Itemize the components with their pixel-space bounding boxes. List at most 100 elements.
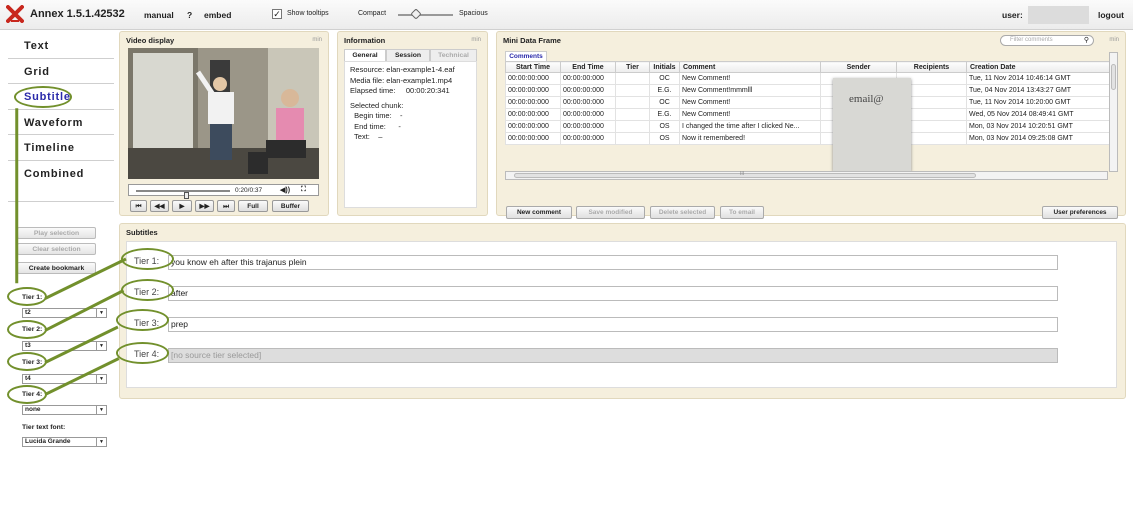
tab-technical[interactable]: Technical: [430, 49, 477, 61]
nav-waveform[interactable]: Waveform: [8, 110, 114, 135]
table-row[interactable]: 00:00:00:000 00:00:00:000 OS I changed the …: [505, 120, 1113, 133]
elapsed-time-label: Elapsed time:: [350, 86, 396, 95]
clear-selection-button[interactable]: Clear selection: [17, 243, 96, 255]
table-row[interactable]: 00:00:00:000 00:00:00:000 E.G. New Comment!…: [505, 108, 1113, 121]
table-row[interactable]: 00:00:00:000 00:00:00:000 E.G. New Comment!…: [505, 84, 1113, 97]
help-link[interactable]: ?: [187, 10, 192, 20]
delete-selected-button[interactable]: Delete selected: [650, 206, 715, 219]
tier3-select-label: Tier 3:: [22, 359, 43, 366]
buffer-button[interactable]: Buffer: [272, 200, 309, 212]
table-cell: I changed the time after I clicked Ne...: [679, 120, 821, 133]
play-selection-button[interactable]: Play selection: [17, 227, 96, 239]
new-comment-button[interactable]: New comment: [506, 206, 572, 219]
comments-table: Start Time End Time Tier Initials Commen…: [505, 61, 1113, 145]
filter-comments-input[interactable]: Filter comments ⚲: [1000, 35, 1094, 46]
tier-font-select[interactable]: Lucida Grande ▼: [22, 437, 107, 447]
nav-combined[interactable]: Combined: [8, 161, 114, 202]
tier-font-label: Tier text font:: [22, 424, 66, 431]
fullscreen-icon[interactable]: ⛶: [301, 186, 306, 194]
nav-subtitle[interactable]: Subtitle: [8, 84, 114, 110]
user-label: user:: [1002, 10, 1023, 20]
information-min-button[interactable]: min: [471, 37, 481, 43]
column-header[interactable]: Creation Date: [966, 61, 1113, 73]
density-slider[interactable]: [398, 8, 453, 20]
vertical-scroll-thumb[interactable]: [1111, 64, 1116, 90]
skip-start-button[interactable]: ⏮: [130, 200, 147, 212]
fast-forward-button[interactable]: ▶▶: [195, 200, 214, 212]
subtitles-body: Tier 1: you know eh after this trajanus …: [126, 241, 1117, 388]
to-email-button[interactable]: To email: [720, 206, 764, 219]
video-time: 0:20/0:37: [235, 187, 263, 194]
table-row[interactable]: 00:00:00:000 00:00:00:000 OC New Comment! Tu…: [505, 72, 1113, 85]
user-preferences-button[interactable]: User preferences: [1042, 206, 1118, 219]
horizontal-scroll-thumb[interactable]: [514, 173, 976, 178]
video-frame[interactable]: [128, 48, 319, 179]
table-row[interactable]: 00:00:00:000 00:00:00:000 OC New Comment! Tu…: [505, 96, 1113, 109]
video-min-button[interactable]: min: [312, 37, 322, 43]
mdf-min-button[interactable]: min: [1109, 37, 1119, 43]
density-slider-thumb[interactable]: [410, 8, 422, 20]
selected-chunk-label: Selected chunk:: [350, 100, 404, 110]
volume-icon[interactable]: ◀)): [280, 186, 290, 194]
table-row[interactable]: 00:00:00:000 00:00:00:000 OS Now it remembe…: [505, 132, 1113, 145]
table-header-row: Start Time End Time Tier Initials Commen…: [505, 61, 1113, 73]
table-cell: 00:00:00:000: [505, 132, 561, 145]
horizontal-scrollbar[interactable]: III: [505, 171, 1108, 180]
subtitle-tier2-field[interactable]: after: [168, 286, 1058, 301]
sender-email-popup: email@: [833, 78, 911, 171]
column-header[interactable]: Tier: [615, 61, 650, 73]
table-cell: 00:00:00:000: [505, 72, 561, 85]
nav-grid[interactable]: Grid: [8, 59, 114, 84]
column-header[interactable]: Initials: [649, 61, 680, 73]
show-tooltips-checkbox[interactable]: ✓: [272, 9, 282, 19]
elapsed-time-value: 00:00:20:341: [405, 86, 450, 95]
table-cell: Mon, 03 Nov 2014 09:25:08 GMT: [966, 132, 1113, 145]
tier4-select-value: none: [25, 406, 41, 413]
tab-session[interactable]: Session: [386, 49, 430, 61]
nav-text[interactable]: Text: [8, 33, 114, 59]
chevron-down-icon: ▼: [96, 375, 106, 383]
user-name-redacted: [1028, 6, 1089, 24]
column-header[interactable]: Start Time: [505, 61, 561, 73]
column-header[interactable]: End Time: [560, 61, 616, 73]
information-panel: Information min General Session Technica…: [337, 31, 488, 216]
subtitle-tier3-field[interactable]: prep: [168, 317, 1058, 332]
table-cell: [615, 108, 650, 121]
subtitle-tier4-field[interactable]: [no source tier selected]: [168, 348, 1058, 363]
video-panel-title: Video display: [126, 36, 175, 45]
full-button[interactable]: Full: [238, 200, 268, 212]
video-seek-slider[interactable]: [136, 190, 230, 199]
column-header[interactable]: Sender: [820, 61, 897, 73]
save-modified-button[interactable]: Save modified: [576, 206, 645, 219]
tier3-select[interactable]: t4 ▼: [22, 374, 107, 384]
tab-comments[interactable]: Comments: [505, 51, 547, 61]
end-time-label: End time:: [354, 121, 386, 131]
nav-timeline[interactable]: Timeline: [8, 135, 114, 161]
embed-link[interactable]: embed: [204, 10, 231, 20]
logout-link[interactable]: logout: [1098, 10, 1124, 20]
tier4-select[interactable]: none ▼: [22, 405, 107, 415]
tier2-select[interactable]: t3 ▼: [22, 341, 107, 351]
tier1-select[interactable]: t2 ▼: [22, 308, 107, 318]
create-bookmark-button[interactable]: Create bookmark: [17, 262, 96, 274]
show-tooltips-label: Show tooltips: [287, 10, 329, 17]
column-header[interactable]: Recipients: [896, 61, 967, 73]
table-cell: E.G.: [649, 84, 680, 97]
information-general-content: Resource: elan-example1-4.eaf Media file…: [344, 61, 477, 208]
column-header[interactable]: Comment: [679, 61, 821, 73]
video-seek-thumb[interactable]: [183, 192, 189, 199]
subtitle-tier1-label: Tier 1:: [134, 256, 160, 266]
subtitle-tier1-field[interactable]: you know eh after this trajanus plein: [168, 255, 1058, 270]
manual-link[interactable]: manual: [144, 10, 174, 20]
tier-font-value: Lucida Grande: [25, 438, 71, 445]
subtitles-title: Subtitles: [126, 228, 158, 237]
video-panel: Video display min 0:20/0:37 ◀)) ⛶ ⏮ ◀◀ ▶…: [119, 31, 329, 216]
play-button[interactable]: ▶: [172, 200, 192, 212]
table-cell: 00:00:00:000: [505, 120, 561, 133]
tab-general[interactable]: General: [344, 49, 386, 61]
rewind-button[interactable]: ◀◀: [150, 200, 169, 212]
vertical-scrollbar[interactable]: [1109, 52, 1118, 172]
skip-end-button[interactable]: ⏭: [217, 200, 235, 212]
table-cell: OC: [649, 96, 680, 109]
table-cell: New Comment!mmmlll: [679, 84, 821, 97]
